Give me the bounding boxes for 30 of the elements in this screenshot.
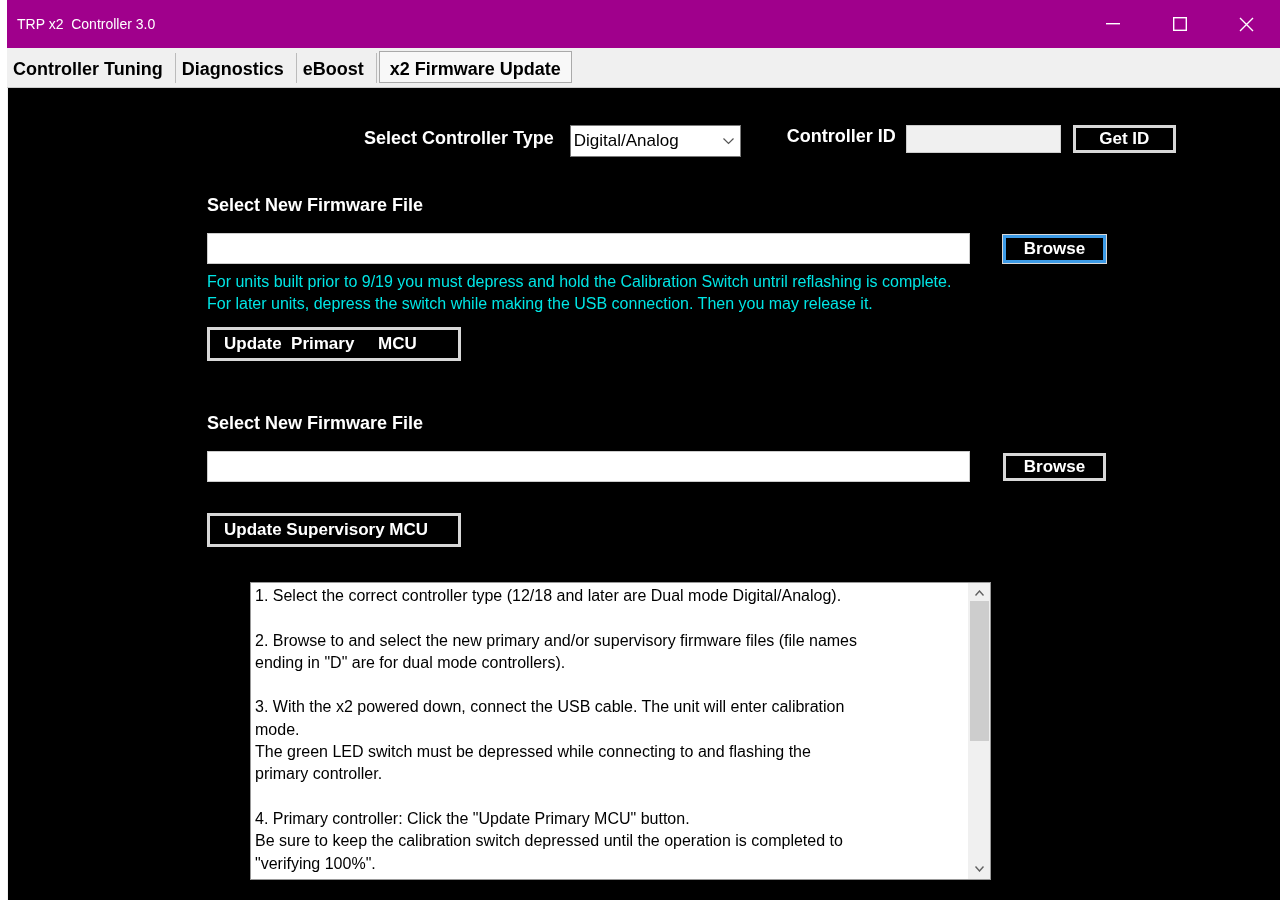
minimize-icon[interactable] — [1105, 23, 1120, 25]
get-id-button[interactable]: Get ID — [1072, 125, 1176, 153]
chevron-down-icon — [722, 137, 734, 145]
instruction-note: For units built prior to 9/19 you must depress and hold the Calibration Switch untril reflashing is complete. — [207, 272, 953, 292]
file-path-field[interactable] — [207, 451, 970, 482]
field-label: Select Controller Type — [364, 128, 554, 149]
section-label: Select New Firmware File — [207, 195, 425, 216]
section-label: Select New Firmware File — [207, 413, 425, 434]
scrollbar[interactable] — [968, 583, 990, 879]
controller-type-dropdown[interactable]: Digital/Analog — [569, 125, 741, 157]
scrollbar-thumb[interactable] — [969, 601, 989, 741]
field-label: Controller ID — [786, 126, 896, 147]
controller-id-field[interactable] — [905, 125, 1061, 153]
instruction-paragraph: 1. Select the correct controller type (12/18 and later are Dual mode Digital/Analog). — [255, 586, 843, 606]
instruction-paragraph: 2. Browse to and select the new primary and/or supervisory firmware files (file names ending in "D" are for dual mode controllers). — [255, 630, 858, 673]
browse-button[interactable]: Browse — [1003, 234, 1106, 263]
browse-button[interactable]: Browse — [1003, 452, 1106, 481]
instruction-paragraph: 4. Primary controller: Click the "Update Primary MCU" button. Be sure to keep the calibration switch depressed until the operation is completed to "verifying 100%". — [255, 808, 844, 874]
update-button[interactable]: Update Primary MCU — [207, 327, 461, 361]
tab[interactable]: x2 Firmware Update — [378, 51, 572, 83]
close-icon[interactable] — [1239, 16, 1254, 32]
instruction-paragraph: 3. With the x2 powered down, connect the USB cable. The unit will enter calibration mode. The green LED switch must be depressed while connecting to and flashing the primary controller. — [255, 697, 846, 785]
instructions-text-area[interactable] — [250, 582, 991, 880]
file-path-field[interactable] — [207, 233, 970, 264]
update-button[interactable]: Update Supervisory MCU — [207, 513, 461, 547]
scroll-up-icon[interactable] — [974, 590, 984, 596]
instruction-note: For later units, depress the switch while making the USB connection. Then you may release it. — [207, 294, 874, 314]
maximize-icon[interactable] — [1172, 17, 1187, 31]
scroll-down-icon[interactable] — [974, 866, 984, 872]
window-title: TRP x2 Controller 3.0 — [16, 16, 157, 32]
